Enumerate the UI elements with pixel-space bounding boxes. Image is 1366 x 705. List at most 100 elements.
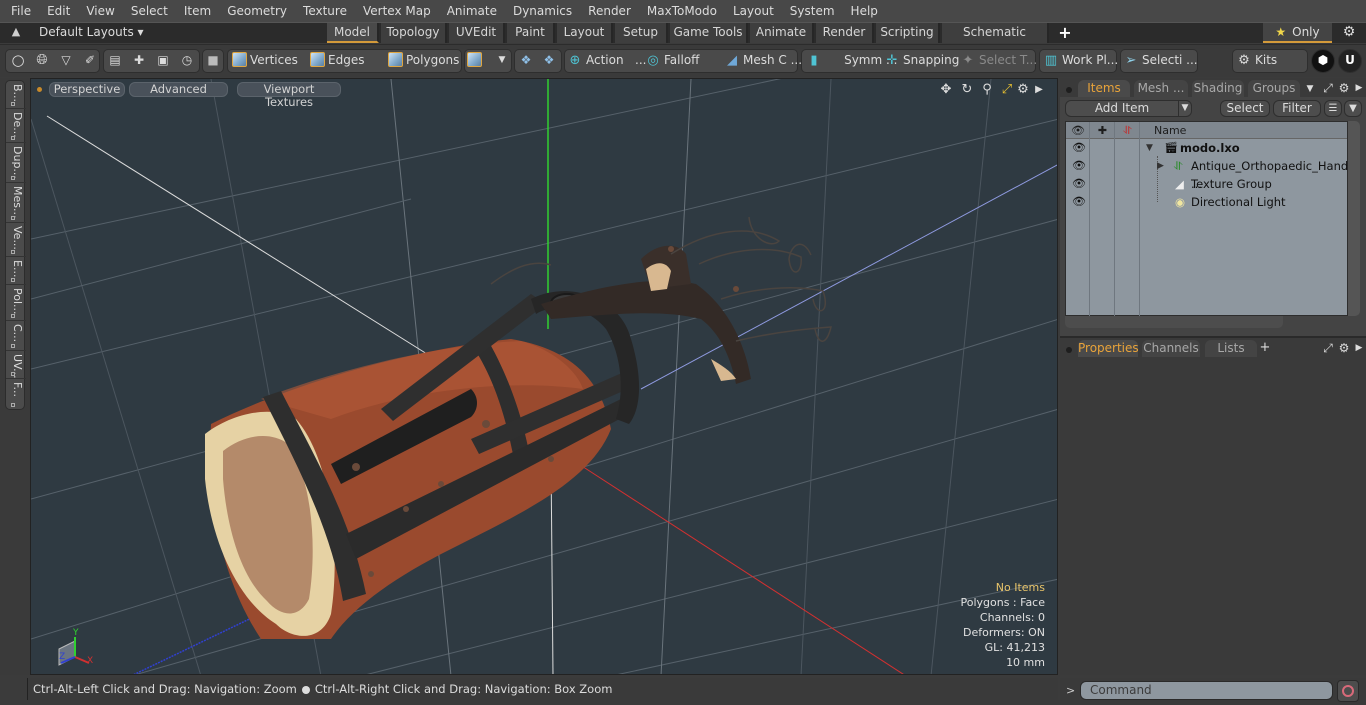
- list-options-icon[interactable]: ☰: [1324, 100, 1342, 117]
- action-button[interactable]: ⊕ Action ...: [567, 49, 647, 73]
- edges-button[interactable]: Edges: [310, 49, 364, 73]
- item-list-horizontal-scrollbar[interactable]: [1065, 316, 1283, 328]
- mesh-constraint-button[interactable]: ◢ Mesh C ...: [724, 49, 802, 73]
- frame-icon[interactable]: ▣: [154, 49, 172, 73]
- tab-model[interactable]: Model: [327, 23, 379, 43]
- vtab-polygon[interactable]: Pol...: [6, 285, 26, 321]
- add-item-dropdown[interactable]: ▼: [1178, 100, 1192, 117]
- tab-scripting[interactable]: Scripting: [876, 23, 940, 43]
- menu-system[interactable]: System: [782, 0, 843, 22]
- falloff-button[interactable]: ◎ Falloff: [645, 49, 699, 73]
- funnel-filter-icon[interactable]: ▼: [1344, 100, 1362, 117]
- gear-icon[interactable]: ⚙: [1340, 24, 1358, 42]
- menu-vertex-map[interactable]: Vertex Map: [355, 0, 439, 22]
- menu-item[interactable]: Item: [176, 0, 219, 22]
- select-through-button[interactable]: ✦ Select T...: [960, 49, 1038, 73]
- vtab-fusion[interactable]: F...: [6, 379, 26, 409]
- tabs-dropdown-icon[interactable]: ▼: [1303, 82, 1317, 96]
- 3d-viewport[interactable]: Y X Z Perspective Advanced Viewport Text…: [30, 78, 1058, 675]
- tab-schematic-fusion[interactable]: Schematic Fusion: [942, 23, 1049, 58]
- action-center-icon[interactable]: ❖: [517, 49, 535, 73]
- tab-mesh[interactable]: Mesh ...: [1134, 80, 1188, 97]
- tab-shading[interactable]: Shading: [1192, 80, 1244, 97]
- chevron-down-icon[interactable]: ▼: [495, 49, 509, 73]
- tab-animate[interactable]: Animate: [750, 23, 814, 43]
- expand-panel-icon[interactable]: ⤢: [1321, 341, 1335, 355]
- vtab-vertex[interactable]: Ve...: [6, 223, 26, 257]
- menu-layout[interactable]: Layout: [725, 0, 782, 22]
- command-history-button[interactable]: [1337, 680, 1359, 702]
- panel-menu-arrow-icon[interactable]: ▶: [1352, 341, 1366, 355]
- menu-render[interactable]: Render: [580, 0, 639, 22]
- vtab-curve[interactable]: C...: [6, 321, 26, 351]
- advanced-button[interactable]: Advanced: [129, 82, 228, 97]
- panel-dot-icon[interactable]: [1066, 87, 1072, 93]
- tab-items[interactable]: Items: [1078, 80, 1130, 97]
- pivot-icon[interactable]: ❖: [540, 49, 558, 73]
- command-input[interactable]: Command: [1080, 681, 1333, 700]
- menu-edit[interactable]: Edit: [39, 0, 78, 22]
- lasso-icon[interactable]: ✐: [81, 49, 99, 73]
- panel-dot-icon[interactable]: [1066, 347, 1072, 353]
- panel-gear-icon[interactable]: ⚙: [1337, 81, 1351, 95]
- add-layout-tab-button[interactable]: +: [1057, 23, 1073, 43]
- polygons-button[interactable]: Polygons: [388, 49, 459, 73]
- panel-menu-arrow-icon[interactable]: ▶: [1352, 81, 1366, 95]
- list-item-scene[interactable]: 👁︎ ▼ 🎬︎ modo.lxo: [1066, 139, 1347, 157]
- expand-panel-icon[interactable]: ⤢: [1321, 81, 1335, 95]
- tab-setup[interactable]: Setup: [615, 23, 668, 43]
- menu-file[interactable]: File: [0, 0, 39, 22]
- select-button[interactable]: Select: [1220, 100, 1270, 117]
- vtab-uv[interactable]: UV...: [6, 351, 26, 379]
- vtab-edge[interactable]: E...: [6, 257, 26, 285]
- viewport-textures-button[interactable]: Viewport Textures: [237, 82, 341, 109]
- tab-layout[interactable]: Layout: [557, 23, 613, 43]
- kits-button[interactable]: ⚙ Kits: [1236, 49, 1277, 73]
- viewport-menu-arrow-icon[interactable]: ▶: [1031, 82, 1047, 98]
- material-mode-button[interactable]: [467, 49, 485, 73]
- menu-help[interactable]: Help: [843, 0, 886, 22]
- visibility-eye-icon[interactable]: 👁︎: [1072, 159, 1086, 173]
- uv-cross-icon[interactable]: ✚: [130, 49, 148, 73]
- selection-sets-button[interactable]: ➢ Selecti ...: [1123, 49, 1198, 73]
- perspective-button[interactable]: Perspective: [49, 82, 125, 97]
- expand-triangle-icon[interactable]: ▼: [1146, 139, 1153, 157]
- work-plane-button[interactable]: ▥ Work Pl...: [1043, 49, 1118, 73]
- menu-dynamics[interactable]: Dynamics: [505, 0, 580, 22]
- viewport-status-dot[interactable]: [37, 87, 42, 92]
- add-item-button[interactable]: Add Item: [1065, 100, 1179, 117]
- vtab-duplicate[interactable]: Dup...: [6, 143, 26, 183]
- clock-dial-icon[interactable]: ◷: [178, 49, 196, 73]
- vtab-basic[interactable]: B...: [6, 81, 26, 109]
- list-item-texture-group[interactable]: 👁︎ ◢ Texture Group: [1066, 175, 1347, 193]
- visibility-eye-icon[interactable]: 👁︎: [1072, 195, 1086, 209]
- panel-gear-icon[interactable]: ⚙: [1337, 341, 1351, 355]
- only-button[interactable]: ★ Only: [1263, 23, 1332, 43]
- menu-view[interactable]: View: [78, 0, 122, 22]
- menu-animate[interactable]: Animate: [439, 0, 505, 22]
- layout-selector[interactable]: Default Layouts ▾: [39, 25, 144, 39]
- add-panel-tab-button[interactable]: +: [1258, 341, 1272, 355]
- collapse-up-icon[interactable]: ▲: [9, 25, 23, 41]
- viewport-gear-icon[interactable]: ⚙: [1015, 82, 1031, 98]
- list-item-mesh[interactable]: 👁︎ ▶ ⥯ Antique_Orthopaedic_Hand_ ...: [1066, 157, 1354, 191]
- tab-groups[interactable]: Groups: [1248, 80, 1300, 97]
- vtab-mesh-edit[interactable]: Mes...: [6, 183, 26, 223]
- rotate-icon[interactable]: ↻: [959, 82, 975, 98]
- snapping-button[interactable]: ✛ Snapping: [884, 49, 960, 73]
- tab-channels[interactable]: Channels: [1142, 340, 1200, 357]
- vertices-button[interactable]: Vertices: [232, 49, 298, 73]
- circle-select-icon[interactable]: ○: [9, 49, 27, 73]
- zoom-magnifier-icon[interactable]: ⚲: [979, 82, 995, 98]
- item-list[interactable]: 👁︎ ✚ ⥯ Name 👁︎ ▼ 🎬︎ modo.lxo 👁︎ ▶ ⥯ Anti…: [1065, 121, 1354, 317]
- filter-button[interactable]: Filter: [1273, 100, 1321, 117]
- align-icon[interactable]: ▤: [106, 49, 124, 73]
- pan-icon[interactable]: ✥: [938, 82, 954, 98]
- tab-game-tools[interactable]: Game Tools: [670, 23, 748, 43]
- item-list-vertical-scrollbar[interactable]: [1348, 121, 1360, 316]
- menu-select[interactable]: Select: [123, 0, 176, 22]
- orthopaedic-hand-model[interactable]: [205, 216, 832, 639]
- tab-topology[interactable]: Topology: [381, 23, 447, 43]
- tab-lists[interactable]: Lists: [1205, 340, 1257, 357]
- vtab-deform[interactable]: De...: [6, 109, 26, 143]
